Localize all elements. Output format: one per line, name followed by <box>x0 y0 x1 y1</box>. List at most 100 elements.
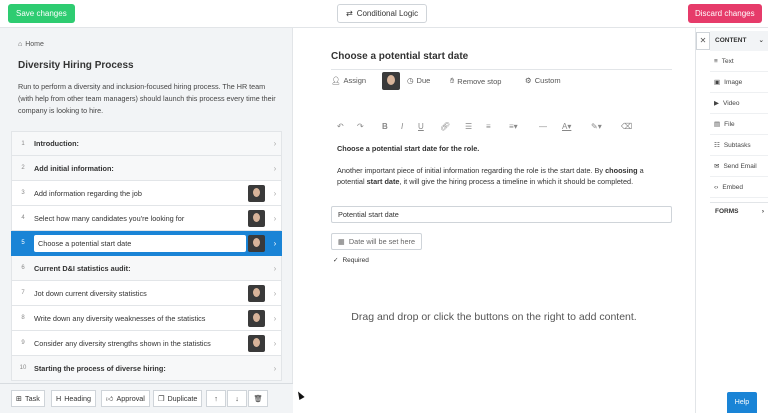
list-item-heading[interactable]: 10 Starting the process of diverse hirin… <box>11 356 282 381</box>
add-heading-button[interactable]: H Heading <box>51 390 96 407</box>
breadcrumb-home[interactable]: Home <box>25 41 44 48</box>
assignee-avatar[interactable] <box>248 284 265 302</box>
assignee-avatar[interactable] <box>248 234 265 252</box>
close-panel-button[interactable]: ✕ <box>696 32 710 50</box>
list-item[interactable]: 4 Select how many candidates you're look… <box>11 206 282 231</box>
date-field-label-input[interactable]: Potential start date <box>331 206 672 223</box>
list-item-heading[interactable]: 2 Add initial information: › <box>11 156 282 181</box>
forms-section-header[interactable]: FORMS › <box>710 202 768 220</box>
list-item-selected[interactable]: 5 Choose a potential start date › <box>11 231 282 256</box>
underline-icon[interactable]: U <box>418 122 424 131</box>
item-label: Write down any diversity weaknesses of t… <box>34 313 206 323</box>
left-panel: ⌂ Home Diversity Hiring Process Run to p… <box>0 28 293 413</box>
breadcrumb[interactable]: ⌂ Home <box>18 41 44 48</box>
content-item-subtasks[interactable]: ☷ Subtasks <box>710 135 768 156</box>
remove-stop-button[interactable]: ✋︎ Remove stop <box>450 76 501 86</box>
task-title[interactable]: Choose a potential start date <box>331 51 468 62</box>
assignee-avatar[interactable] <box>248 309 265 327</box>
item-label: Add information regarding the job <box>34 188 142 198</box>
align-icon[interactable]: ≡▾ <box>509 122 518 131</box>
add-task-button[interactable]: ⊞ Task <box>11 390 45 407</box>
chevron-right-icon: › <box>273 238 277 248</box>
discard-changes-button[interactable]: Discard changes <box>688 4 762 23</box>
list-item[interactable]: 3 Add information regarding the job › <box>11 181 282 206</box>
redo-icon[interactable]: ↷ <box>357 122 364 131</box>
trash-icon: 🗑︎ <box>253 394 263 403</box>
assignee-avatar[interactable] <box>382 72 400 90</box>
content-body-text[interactable]: Another important piece of initial infor… <box>337 165 673 187</box>
link-icon[interactable]: 🔗︎ <box>440 122 450 131</box>
chevron-right-icon: › <box>273 163 277 173</box>
move-down-button[interactable]: ↓ <box>227 390 247 407</box>
assign-label: Assign <box>343 76 367 85</box>
list-item[interactable]: 7 Jot down current diversity statistics … <box>11 281 282 306</box>
item-label-input[interactable]: Choose a potential start date <box>34 234 246 252</box>
item-number: 8 <box>21 315 25 321</box>
text-icon: ≡ <box>714 57 718 65</box>
bullet-list-icon[interactable]: ☰ <box>465 122 472 131</box>
conditional-logic-button[interactable]: ⇄ Conditional Logic <box>337 4 428 23</box>
italic-icon[interactable]: I <box>401 122 403 131</box>
list-item-heading[interactable]: 6 Current D&I statistics audit: › <box>11 256 282 281</box>
text-color-icon[interactable]: A▾ <box>562 122 571 131</box>
date-placeholder: Date will be set here <box>348 237 416 246</box>
chevron-right-icon: › <box>273 188 277 198</box>
subtasks-label: Subtasks <box>723 141 751 149</box>
assignee-avatar[interactable] <box>248 334 265 352</box>
image-label: Image <box>724 78 743 86</box>
save-changes-button[interactable]: Save changes <box>8 4 75 23</box>
content-section-header[interactable]: CONTENT ⌄ <box>710 31 768 51</box>
content-item-send-email[interactable]: ✉ Send Email <box>710 156 768 177</box>
item-label: Jot down current diversity statistics <box>34 288 147 298</box>
move-up-button[interactable]: ↑ <box>206 390 226 407</box>
undo-icon[interactable]: ↶ <box>337 122 344 131</box>
item-label: Introduction: <box>34 139 79 148</box>
item-number: 1 <box>21 140 25 147</box>
clock-icon: ◷ <box>407 76 414 85</box>
clear-format-icon[interactable]: ⌫ <box>621 122 632 131</box>
add-approval-button[interactable]: 👍︎ Approval <box>101 390 150 407</box>
assignee-avatar[interactable] <box>248 209 265 227</box>
calendar-icon: ▦ <box>338 237 345 246</box>
workflow-description[interactable]: Run to perform a diversity and inclusion… <box>18 81 278 117</box>
numbered-list-icon[interactable]: ≡ <box>486 122 491 131</box>
custom-icon: ⚙︎ <box>525 76 532 85</box>
workflow-title[interactable]: Diversity Hiring Process <box>18 60 134 71</box>
assign-button[interactable]: 👤︎ Assign <box>331 76 366 85</box>
bold-icon[interactable]: B <box>382 122 388 131</box>
delete-button[interactable]: 🗑︎ <box>248 390 268 407</box>
required-checkbox[interactable]: ✓ Required <box>333 256 369 265</box>
content-item-embed[interactable]: ‹› Embed <box>710 177 768 198</box>
text-label: Text <box>721 57 734 65</box>
subtasks-icon: ☷ <box>714 142 720 149</box>
embed-icon: ‹› <box>714 183 719 191</box>
date-picker-button[interactable]: ▦ Date will be set here <box>331 233 423 250</box>
body-text-1: Another important piece of initial infor… <box>337 166 606 175</box>
remove-stop-label: Remove stop <box>457 76 502 86</box>
divider-icon[interactable]: — <box>539 122 547 131</box>
list-item[interactable]: 8 Write down any diversity weaknesses of… <box>11 306 282 331</box>
content-item-text[interactable]: ≡ Text <box>710 51 768 72</box>
shuffle-icon: ⇄ <box>346 9 353 18</box>
content-item-file[interactable]: ▤ File <box>710 114 768 135</box>
list-item[interactable]: 9 Consider any diversity strengths shown… <box>11 331 282 356</box>
highlight-icon[interactable]: ✎▾ <box>591 122 602 131</box>
item-number: 7 <box>21 290 25 296</box>
assignee-avatar[interactable] <box>248 184 265 202</box>
content-heading-text[interactable]: Choose a potential start date for the ro… <box>337 144 479 153</box>
custom-button[interactable]: ⚙︎ Custom <box>525 76 561 85</box>
forms-label: FORMS <box>715 208 739 215</box>
item-label: Current D&I statistics audit: <box>34 263 131 273</box>
list-item-heading[interactable]: 1 Introduction: › <box>11 131 282 156</box>
content-item-video[interactable]: ▶ Video <box>710 93 768 114</box>
due-button[interactable]: ◷ Due <box>407 76 430 85</box>
duplicate-button[interactable]: ❐ Duplicate <box>153 390 203 407</box>
arrow-up-icon: ↑ <box>214 394 218 403</box>
chevron-right-icon: › <box>761 208 764 215</box>
content-item-image[interactable]: ▣ Image <box>710 72 768 93</box>
chevron-right-icon: › <box>273 363 277 373</box>
add-item-toolbar: ⊞ Task H Heading 👍︎ Approval ❐ Duplicate… <box>0 383 293 413</box>
add-approval-label: Approval <box>116 394 145 403</box>
due-label: Due <box>416 76 431 85</box>
help-button[interactable]: Help <box>727 392 757 413</box>
